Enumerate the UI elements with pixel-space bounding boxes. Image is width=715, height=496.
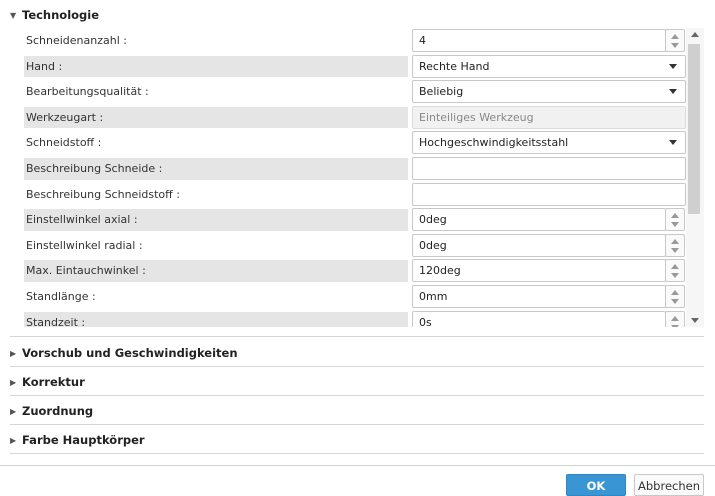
property-text-input[interactable]: [412, 157, 686, 180]
spin-down-icon[interactable]: [671, 247, 679, 253]
spinner-buttons[interactable]: [665, 259, 685, 283]
property-row: Standzeit :0s: [0, 310, 704, 327]
property-label: Einstellwinkel radial :: [26, 238, 143, 252]
property-label: Beschreibung Schneidstoff :: [26, 187, 180, 201]
spin-up-icon[interactable]: [671, 213, 679, 219]
section-header-korrektur[interactable]: ▶ Korrektur: [0, 368, 704, 396]
property-readonly-field: Einteiliges Werkzeug: [412, 105, 686, 129]
section-title-technologie: Technologie: [22, 8, 100, 22]
section-divider: [10, 424, 704, 425]
spinner-buttons[interactable]: [665, 208, 685, 232]
property-dropdown[interactable]: Hochgeschwindigkeitsstahl: [412, 131, 686, 155]
property-spin-input[interactable]: 0mm: [412, 285, 666, 308]
property-spin-input[interactable]: 0deg: [412, 208, 666, 232]
section-title-farbe: Farbe Hauptkörper: [22, 433, 145, 447]
property-label: Werkzeugart :: [24, 106, 408, 129]
spin-up-icon[interactable]: [671, 290, 679, 295]
spin-up-icon[interactable]: [671, 264, 679, 270]
property-label: Schneidenanzahl :: [26, 34, 127, 47]
property-row: Schneidstoff : Hochgeschwindigkeitsstahl: [0, 130, 704, 156]
property-row: Bearbeitungsqualität : Beliebig: [0, 79, 704, 105]
property-spin-input[interactable]: 120deg: [412, 259, 666, 283]
section-divider: [10, 366, 704, 367]
property-spin-input[interactable]: 4: [412, 29, 666, 52]
property-row: Beschreibung Schneidstoff :: [0, 182, 704, 208]
property-row: Schneidenanzahl : 4: [0, 28, 704, 54]
property-label: Bearbeitungsqualität :: [26, 85, 149, 99]
property-row: Einstellwinkel radial : 0deg: [0, 233, 704, 259]
property-row: Einstellwinkel axial :0deg: [0, 207, 704, 233]
section-divider: [10, 336, 704, 337]
property-row: Max. Eintauchwinkel :120deg: [0, 258, 704, 284]
property-label: Standlänge :: [26, 290, 96, 303]
section-title-korrektur: Korrektur: [22, 375, 85, 389]
property-dropdown[interactable]: Rechte Hand: [412, 54, 686, 78]
section-divider: [10, 453, 704, 454]
triangle-right-icon: ▶: [10, 348, 17, 358]
spin-down-icon[interactable]: [671, 299, 679, 304]
spin-up-icon[interactable]: [671, 34, 679, 39]
scroll-up-icon[interactable]: [691, 32, 699, 37]
spin-down-icon[interactable]: [671, 324, 679, 327]
section-header-farbe[interactable]: ▶ Farbe Hauptkörper: [0, 426, 704, 454]
property-label: Einstellwinkel axial :: [24, 209, 408, 231]
spinner-buttons[interactable]: [665, 310, 685, 327]
property-row: Werkzeugart : Einteiliges Werkzeug: [0, 105, 704, 131]
spin-down-icon[interactable]: [671, 273, 679, 279]
property-scrollbar[interactable]: [686, 28, 704, 327]
property-row: Beschreibung Schneide :: [0, 156, 704, 182]
cancel-button[interactable]: Abbrechen: [634, 474, 704, 496]
property-row: Standlänge : 0mm: [0, 284, 704, 310]
property-label: Standzeit :: [24, 311, 408, 327]
spin-down-icon[interactable]: [671, 43, 679, 48]
property-row: Hand : Rechte Hand: [0, 54, 704, 80]
property-spin-input[interactable]: 0s: [412, 310, 666, 327]
triangle-right-icon: ▶: [10, 406, 17, 416]
triangle-right-icon: ▶: [10, 435, 17, 445]
spinner-buttons[interactable]: [665, 233, 685, 257]
section-header-vorschub[interactable]: ▶ Vorschub und Geschwindigkeiten: [0, 339, 704, 367]
property-label: Schneidstoff :: [26, 136, 102, 150]
footer-divider: [0, 465, 715, 466]
property-label: Max. Eintauchwinkel :: [24, 260, 408, 282]
section-title-vorschub: Vorschub und Geschwindigkeiten: [22, 346, 238, 360]
spin-up-icon[interactable]: [671, 315, 679, 321]
property-label: Hand :: [24, 55, 408, 78]
section-divider: [10, 395, 704, 396]
property-text-input[interactable]: [412, 182, 686, 206]
triangle-down-icon: ▼: [10, 10, 17, 20]
ok-button[interactable]: OK: [566, 474, 626, 496]
technologie-property-list: Schneidenanzahl :4 Hand : Rechte Hand Bearb…: [0, 28, 704, 327]
property-dropdown[interactable]: Beliebig: [412, 80, 686, 104]
triangle-right-icon: ▶: [10, 377, 17, 387]
spin-up-icon[interactable]: [671, 238, 679, 244]
spinner-buttons[interactable]: [665, 285, 685, 308]
section-header-zuordnung[interactable]: ▶ Zuordnung: [0, 397, 704, 425]
scroll-down-icon[interactable]: [691, 318, 699, 323]
property-spin-input[interactable]: 0deg: [412, 233, 666, 257]
spin-down-icon[interactable]: [671, 222, 679, 228]
property-label: Beschreibung Schneide :: [24, 158, 408, 180]
scrollbar-thumb[interactable]: [688, 44, 700, 214]
section-header-technologie[interactable]: ▼ Technologie: [0, 0, 704, 30]
spinner-buttons[interactable]: [665, 29, 685, 52]
section-title-zuordnung: Zuordnung: [22, 404, 94, 418]
